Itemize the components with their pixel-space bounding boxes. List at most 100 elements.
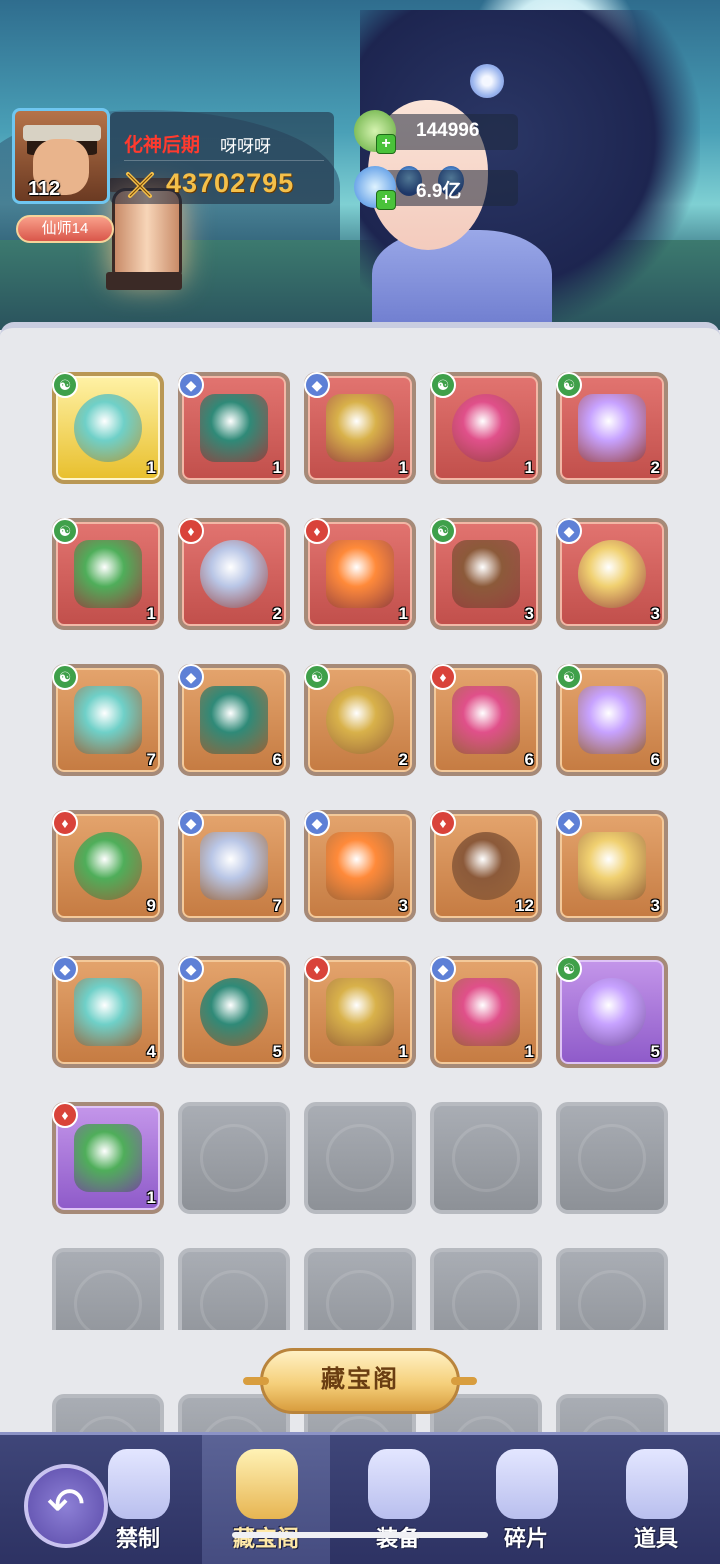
slot-emblem-icon [200,1270,268,1338]
divider [124,160,324,161]
nav-item-items[interactable]: 道具 [592,1435,720,1564]
item-beast-seal[interactable]: ◆ 3 [304,810,416,922]
nav-item-treasure-pavilion[interactable]: 藏宝阁 [202,1435,330,1564]
item-count: 3 [650,604,660,623]
item-armor[interactable]: ☯ 2 [304,664,416,776]
drop-element-icon: ◆ [178,956,204,982]
tablet-icon [74,832,142,900]
item-vajra[interactable]: ◆ 3 [556,518,668,630]
nav-item-fragments[interactable]: 碎片 [462,1435,590,1564]
item-thorn-ring[interactable]: ♦ 1 [304,956,416,1068]
item-count: 9 [146,896,156,915]
item-purple-scroll[interactable]: ☯ 5 [556,956,668,1068]
fire-element-icon: ♦ [52,810,78,836]
item-gold-plaque[interactable]: ☯ 1 [430,372,542,484]
item-count: 3 [524,604,534,623]
drop-element-icon: ◆ [304,810,330,836]
item-count: 1 [524,1042,534,1061]
cauldron-icon [200,394,268,462]
yin-element-icon: ☯ [556,664,582,690]
lantern-base [106,272,182,290]
yin-element-icon: ☯ [52,372,78,398]
resource-crystal-value: 6.9亿 [416,181,462,202]
slot-emblem-icon [452,1124,520,1192]
hook-blade-icon [74,394,142,462]
item-swirl-orb[interactable]: ☯ 2 [556,372,668,484]
item-gold-censer[interactable]: ◆ 3 [556,810,668,922]
item-count: 2 [272,604,282,623]
drop-element-icon: ◆ [178,664,204,690]
fire-element-icon: ♦ [430,664,456,690]
treasure-pavilion-button[interactable]: 藏宝阁 [243,1348,477,1414]
censer-icon [578,832,646,900]
books-icon [74,686,142,754]
vajra-icon [578,540,646,608]
fire-element-icon: ♦ [304,956,330,982]
back-arrow-icon[interactable]: ↶ [24,1464,108,1548]
resource-jade-value: 144996 [416,120,480,141]
bell-icon [326,394,394,462]
item-count: 4 [146,1042,156,1061]
item-count: 6 [524,750,534,769]
item-count: 3 [650,896,660,915]
item-count: 1 [146,1188,156,1207]
item-book-stack[interactable]: ☯ 7 [52,664,164,776]
item-gold-bell[interactable]: ◆ 7 [178,810,290,922]
fire-element-icon: ♦ [178,518,204,544]
item-count: 1 [272,458,282,477]
inventory-panel: ☯ 1 ◆ 1 ◆ 1 ☯ 1 ☯ 2 ☯ 1 ♦ 2 ♦ 1 ☯ 3 ◆ 3 ☯ 7 ◆ 6 ☯ 2 ♦ 6 ☯ 6 ♦ 9 ◆ 7 ◆ 3 ♦ 12 ◆… [0,322,720,1438]
flame-icon [108,1449,170,1519]
item-red-scroll[interactable]: ♦ 1 [52,1102,164,1214]
yin-element-icon: ☯ [430,518,456,544]
item-iron-censer[interactable]: ◆ 1 [430,956,542,1068]
plaque-icon [452,394,520,462]
item-count: 7 [146,750,156,769]
item-green-gourd[interactable]: ☯ 3 [430,518,542,630]
armor-icon [326,686,394,754]
item-count: 1 [146,604,156,623]
nav-item-equipment[interactable]: 装备 [334,1435,462,1564]
item-gold-axe[interactable]: ◆ 4 [52,956,164,1068]
combat-power: 43702795 [166,168,295,198]
item-count: 2 [650,458,660,477]
item-flame-pearl[interactable]: ♦ 6 [430,664,542,776]
drop-element-icon: ◆ [178,810,204,836]
drop-element-icon: ◆ [556,518,582,544]
item-feather-fan[interactable]: ♦ 1 [304,518,416,630]
add-jade-button[interactable]: + [376,134,396,154]
slot-emblem-icon [200,1124,268,1192]
item-count: 1 [398,1042,408,1061]
item-war-drum[interactable]: ◆ 5 [178,956,290,1068]
home-indicator [232,1532,488,1538]
item-count: 6 [650,750,660,769]
empty-slot [556,1102,668,1214]
item-spirit-skull[interactable]: ♦ 2 [178,518,290,630]
drop-element-icon: ◆ [304,372,330,398]
yin-element-icon: ☯ [52,518,78,544]
item-bronze-cauldron[interactable]: ◆ 1 [178,372,290,484]
slot-emblem-icon [452,1270,520,1338]
pavilion-icon [236,1449,298,1519]
fire-element-icon: ♦ [52,1102,78,1128]
empty-slot [430,1102,542,1214]
player-avatar[interactable] [12,108,110,204]
yin-element-icon: ☯ [304,664,330,690]
item-red-beast[interactable]: ♦ 12 [430,810,542,922]
empty-slot [178,1102,290,1214]
fire-element-icon: ♦ [304,518,330,544]
yin-element-icon: ☯ [52,664,78,690]
item-count: 5 [272,1042,282,1061]
pouch-icon [626,1449,688,1519]
player-level: 112 [28,178,61,200]
add-crystal-button[interactable]: + [376,190,396,210]
item-dragon-mirror[interactable]: ◆ 6 [178,664,290,776]
item-jade-ring[interactable]: ☯ 1 [52,518,164,630]
item-jade-flute[interactable]: ☯ 1 [52,372,164,484]
item-count: 7 [272,896,282,915]
gold-bell-icon [200,832,268,900]
slot-emblem-icon [326,1124,394,1192]
item-stone-tablet[interactable]: ♦ 9 [52,810,164,922]
item-gold-ore[interactable]: ☯ 6 [556,664,668,776]
item-bronze-bell[interactable]: ◆ 1 [304,372,416,484]
crossed-swords-icon [126,172,154,198]
